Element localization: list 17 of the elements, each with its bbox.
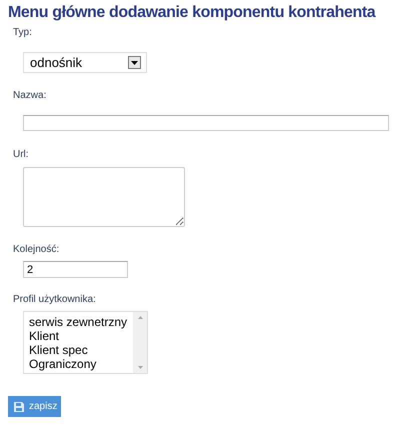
list-option[interactable]: Ograniczony — [29, 357, 133, 371]
list-option[interactable]: Klient — [29, 329, 133, 343]
url-field[interactable] — [23, 167, 185, 227]
field-label: Url: — [13, 149, 30, 161]
name-field[interactable] — [23, 115, 389, 131]
field-label: Nazwa: — [13, 90, 48, 102]
field-label: Typ: — [13, 27, 33, 39]
field-label: Profil użytkownika: — [13, 294, 97, 306]
order-field[interactable]: 2 — [23, 261, 128, 278]
list-option[interactable]: Klient spec — [29, 343, 133, 357]
type-dropdown[interactable]: odnośnik — [23, 52, 147, 73]
scroll-down-icon[interactable] — [138, 366, 142, 369]
field-label: Kolejność: — [13, 244, 60, 256]
scroll-up-icon[interactable] — [138, 316, 142, 319]
list-option[interactable]: serwis zewnetrzny — [29, 315, 133, 329]
profile-listbox[interactable]: serwis zewnetrzny Klient Klient spec Ograniczony — [23, 311, 148, 374]
page-title: Menu główne dodawanie komponentu kontrahenta — [8, 3, 376, 23]
